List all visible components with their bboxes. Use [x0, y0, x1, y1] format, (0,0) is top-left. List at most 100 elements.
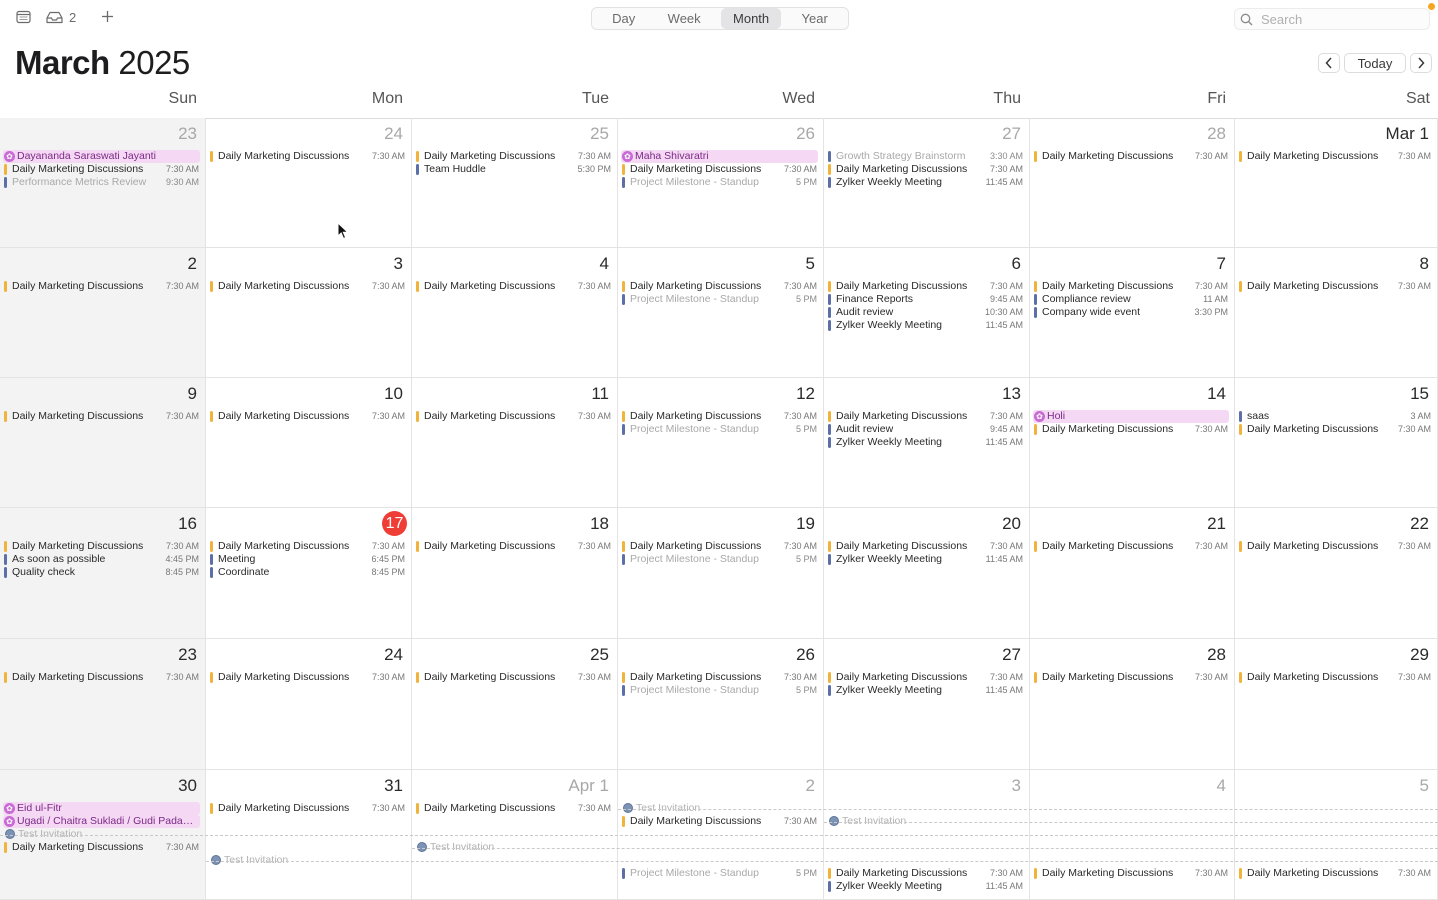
date-number[interactable]: 3	[1012, 776, 1021, 796]
calendar-event[interactable]: Project Milestone - Standup 5 PM	[622, 867, 818, 880]
calendar-event[interactable]: saas 3 AM	[1239, 410, 1432, 423]
calendar-event[interactable]: Daily Marketing Discussions 7:30 AM	[4, 410, 200, 423]
calendar-event[interactable]: Project Milestone - Standup 5 PM	[622, 176, 818, 189]
previous-month-button[interactable]	[1318, 53, 1340, 73]
calendar-event[interactable]: Project Milestone - Standup 5 PM	[622, 423, 818, 436]
calendar-event[interactable]: Daily Marketing Discussions 7:30 AM	[1034, 423, 1229, 436]
view-week-button[interactable]: Week	[656, 8, 713, 29]
date-number[interactable]: 15	[1410, 384, 1429, 404]
calendar-event[interactable]: Daily Marketing Discussions 7:30 AM	[622, 671, 818, 684]
day-cell[interactable]: 4 Daily Marketing Discussions 7:30 AM	[412, 248, 618, 378]
date-number[interactable]: 25	[590, 124, 609, 144]
date-number[interactable]: 2	[806, 776, 815, 796]
date-number[interactable]: 26	[796, 124, 815, 144]
date-number[interactable]: 21	[1207, 514, 1226, 534]
view-day-button[interactable]: Day	[600, 8, 647, 29]
calendar-event[interactable]: Zylker Weekly Meeting 11:45 AM	[828, 684, 1024, 697]
calendar-event[interactable]: Daily Marketing Discussions 7:30 AM	[1239, 423, 1432, 436]
date-number[interactable]: 29	[1410, 645, 1429, 665]
day-cell[interactable]: 8 Daily Marketing Discussions 7:30 AM	[1235, 248, 1438, 378]
calendar-event[interactable]: Daily Marketing Discussions 7:30 AM	[210, 280, 406, 293]
date-number[interactable]: 4	[1217, 776, 1226, 796]
day-cell[interactable]: 16 Daily Marketing Discussions 7:30 AM As s…	[0, 508, 206, 639]
calendar-event[interactable]: Zylker Weekly Meeting 11:45 AM	[828, 319, 1024, 332]
day-cell[interactable]: 15 saas 3 AM Daily Marketing Discussions 7:3…	[1235, 378, 1438, 508]
calendar-event[interactable]: Audit review 9:45 AM	[828, 423, 1024, 436]
calendar-event[interactable]: Daily Marketing Discussions 7:30 AM	[622, 163, 818, 176]
date-number[interactable]: 9	[188, 384, 197, 404]
date-number[interactable]: 27	[1002, 124, 1021, 144]
date-number[interactable]: Apr 1	[568, 776, 609, 796]
date-number[interactable]: 14	[1207, 384, 1226, 404]
calendar-event[interactable]: Project Milestone - Standup 5 PM	[622, 293, 818, 306]
calendar-event[interactable]: Daily Marketing Discussions 7:30 AM	[416, 410, 612, 423]
holiday-event[interactable]: ✿ Ugadi / Chaitra Sukladi / Gudi Pada…	[3, 815, 200, 828]
day-cell[interactable]: 14 ✿ Holi Daily Marketing Discussions 7:30 A…	[1030, 378, 1235, 508]
calendar-event[interactable]: Daily Marketing Discussions 7:30 AM	[622, 280, 818, 293]
calendar-event[interactable]: Project Milestone - Standup 5 PM	[622, 684, 818, 697]
day-cell[interactable]: 24 Daily Marketing Discussions 7:30 AM	[206, 118, 412, 248]
calendar-event[interactable]: Daily Marketing Discussions 7:30 AM	[622, 815, 818, 828]
day-cell[interactable]: 28 Daily Marketing Discussions 7:30 AM	[1030, 639, 1235, 770]
date-number[interactable]: 10	[384, 384, 403, 404]
date-number[interactable]: 5	[806, 254, 815, 274]
holiday-event[interactable]: ✿ Holi	[1033, 410, 1229, 423]
calendar-event[interactable]: Company wide event 3:30 PM	[1034, 306, 1229, 319]
day-cell[interactable]: 19 Daily Marketing Discussions 7:30 AM Proj…	[618, 508, 824, 639]
calendar-event[interactable]: Daily Marketing Discussions 7:30 AM	[1034, 540, 1229, 553]
date-number[interactable]: 3	[394, 254, 403, 274]
date-number[interactable]: 18	[590, 514, 609, 534]
date-number[interactable]: 24	[384, 645, 403, 665]
search-input[interactable]	[1259, 10, 1413, 28]
view-month-button[interactable]: Month	[721, 8, 782, 29]
date-number[interactable]: 23	[178, 124, 197, 144]
calendar-event[interactable]: Daily Marketing Discussions 7:30 AM	[4, 841, 200, 854]
calendar-event[interactable]: Team Huddle 5:30 PM	[416, 163, 612, 176]
calendar-event[interactable]: Daily Marketing Discussions 7:30 AM	[210, 802, 406, 815]
day-cell[interactable]: 21 Daily Marketing Discussions 7:30 AM	[1030, 508, 1235, 639]
date-number[interactable]: 23	[178, 645, 197, 665]
calendar-list-icon[interactable]	[16, 10, 31, 29]
date-number[interactable]: 12	[796, 384, 815, 404]
day-cell[interactable]: 3 Daily Marketing Discussions 7:30 AM	[206, 248, 412, 378]
day-cell[interactable]: 23 Daily Marketing Discussions 7:30 AM	[0, 639, 206, 770]
calendar-event[interactable]: Daily Marketing Discussions 7:30 AM	[1034, 867, 1229, 880]
date-number[interactable]: 28	[1207, 124, 1226, 144]
calendar-event[interactable]: Daily Marketing Discussions 7:30 AM	[1034, 150, 1229, 163]
date-number[interactable]: 28	[1207, 645, 1226, 665]
date-number[interactable]: 2	[188, 254, 197, 274]
calendar-event[interactable]: Zylker Weekly Meeting 11:45 AM	[828, 880, 1024, 893]
holiday-event[interactable]: ✿ Maha Shivaratri	[621, 150, 818, 163]
calendar-event[interactable]: Daily Marketing Discussions 7:30 AM	[210, 410, 406, 423]
calendar-event[interactable]: Daily Marketing Discussions 7:30 AM	[4, 163, 200, 176]
calendar-event[interactable]: As soon as possible 4:45 PM	[4, 553, 200, 566]
date-number[interactable]: 13	[1002, 384, 1021, 404]
date-number[interactable]: 8	[1420, 254, 1429, 274]
day-cell[interactable]: 25 Daily Marketing Discussions 7:30 AM Team…	[412, 118, 618, 248]
calendar-event[interactable]: Daily Marketing Discussions 7:30 AM	[1239, 540, 1432, 553]
date-number[interactable]: 4	[600, 254, 609, 274]
calendar-event[interactable]: Daily Marketing Discussions 7:30 AM	[828, 410, 1024, 423]
calendar-event[interactable]: Daily Marketing Discussions 7:30 AM	[4, 540, 200, 553]
calendar-event[interactable]: Daily Marketing Discussions 7:30 AM	[210, 540, 406, 553]
date-number[interactable]: 6	[1012, 254, 1021, 274]
inbox-button[interactable]: 2	[46, 10, 76, 25]
day-cell[interactable]: 2 Daily Marketing Discussions 7:30 AM	[0, 248, 206, 378]
day-cell[interactable]: 27 Growth Strategy Brainstorm 3:30 AM Daily…	[824, 118, 1030, 248]
calendar-event[interactable]: Daily Marketing Discussions 7:30 AM	[4, 671, 200, 684]
day-cell[interactable]: 13 Daily Marketing Discussions 7:30 AM Audi…	[824, 378, 1030, 508]
calendar-event[interactable]: Daily Marketing Discussions 7:30 AM	[828, 540, 1024, 553]
date-number[interactable]: Mar 1	[1386, 124, 1429, 144]
calendar-event[interactable]: Daily Marketing Discussions 7:30 AM	[1239, 150, 1432, 163]
calendar-event[interactable]: Daily Marketing Discussions 7:30 AM	[1239, 867, 1432, 880]
calendar-event[interactable]: Daily Marketing Discussions 7:30 AM	[416, 280, 612, 293]
day-cell[interactable]: 17 Daily Marketing Discussions 7:30 AM Meet…	[206, 508, 412, 639]
date-number[interactable]: 5	[1420, 776, 1429, 796]
day-cell[interactable]: 29 Daily Marketing Discussions 7:30 AM	[1235, 639, 1438, 770]
calendar-event[interactable]: Daily Marketing Discussions 7:30 AM	[416, 802, 612, 815]
date-number[interactable]: 27	[1002, 645, 1021, 665]
calendar-event[interactable]: Performance Metrics Review 9:30 AM	[4, 176, 200, 189]
calendar-event[interactable]: Daily Marketing Discussions 7:30 AM	[416, 150, 612, 163]
calendar-event[interactable]: Zylker Weekly Meeting 11:45 AM	[828, 553, 1024, 566]
day-cell[interactable]: 5 Daily Marketing Discussions 7:30 AM Proje…	[618, 248, 824, 378]
